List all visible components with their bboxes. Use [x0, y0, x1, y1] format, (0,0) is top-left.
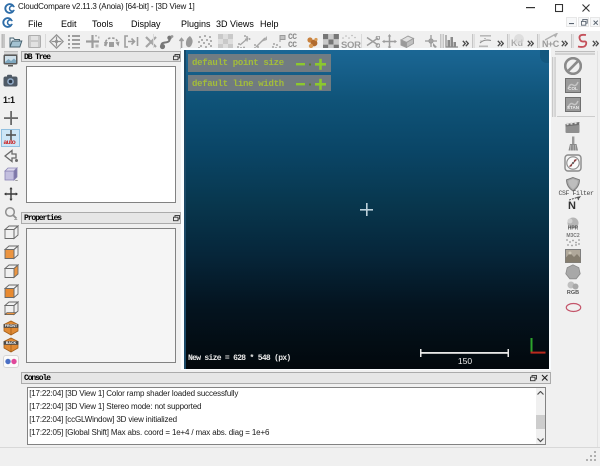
svg-text:FRONT: FRONT: [5, 324, 18, 328]
svg-text:HPR: HPR: [568, 225, 579, 231]
svg-text:M3C2: M3C2: [566, 233, 580, 239]
svg-text:RGB: RGB: [567, 290, 579, 296]
svg-text:BACK: BACK: [6, 341, 17, 345]
